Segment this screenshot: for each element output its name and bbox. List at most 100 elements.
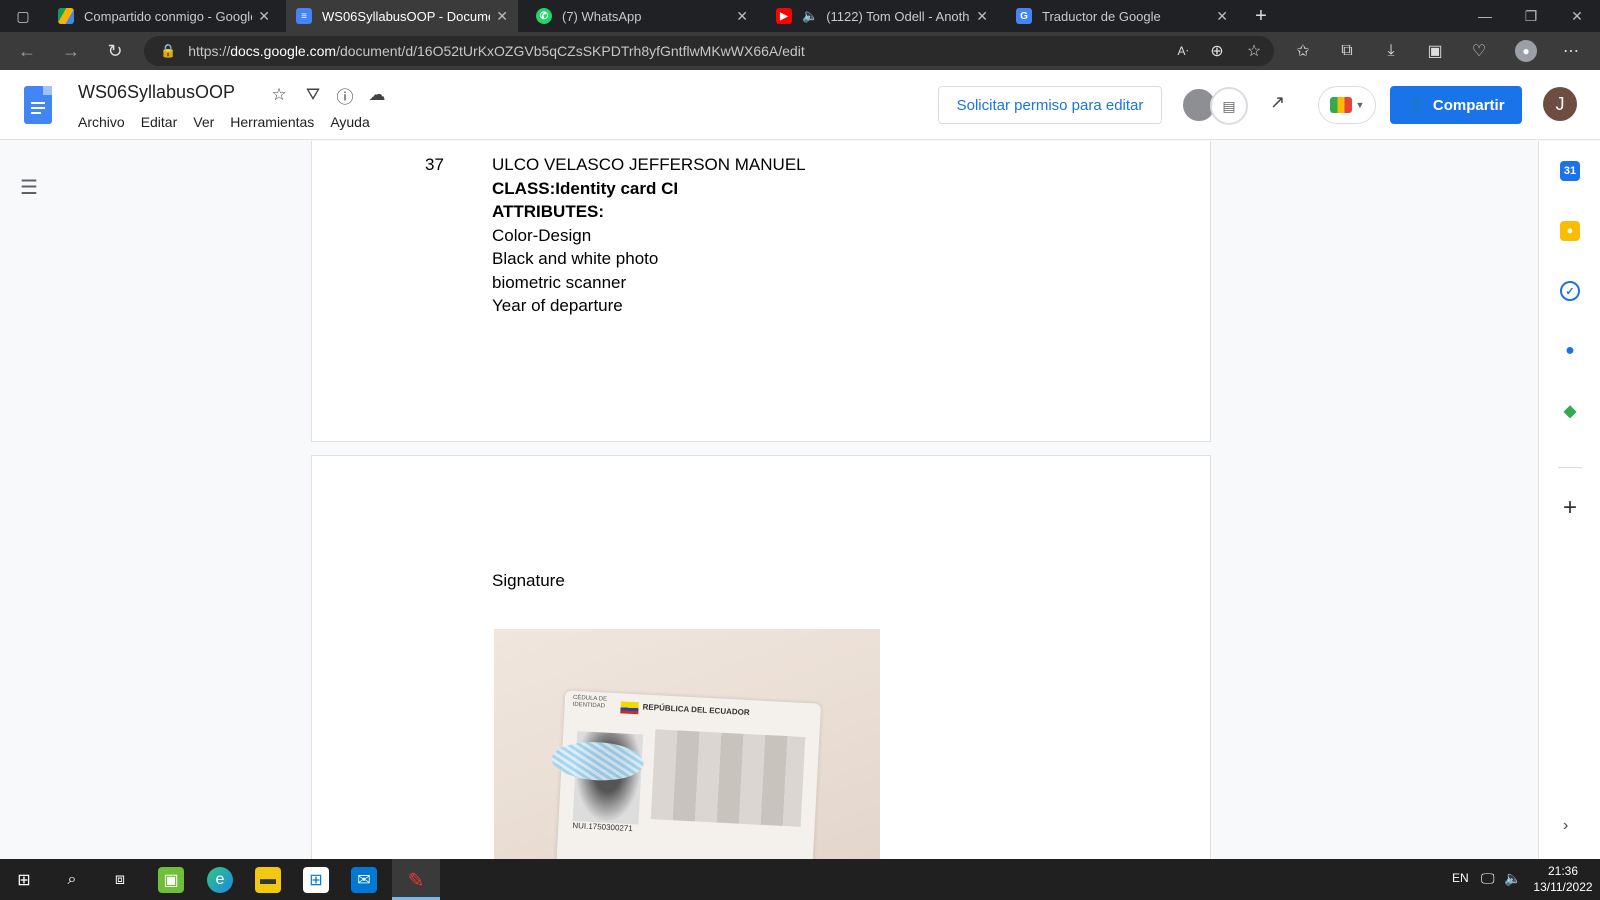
document-body: ULCO VELASCO JEFFERSON MANUEL CLASS:Iden…: [492, 153, 806, 318]
tab-whatsapp[interactable]: ✆ (7) WhatsApp ✕: [526, 0, 758, 32]
close-window-icon[interactable]: ✕: [1554, 0, 1600, 32]
edge-icon[interactable]: e: [207, 867, 233, 893]
info-icon[interactable]: ⓘ: [334, 84, 356, 107]
forward-icon[interactable]: →: [58, 38, 84, 64]
class-line: CLASS:Identity card CI: [492, 178, 679, 198]
speaker-icon[interactable]: 🔈: [802, 8, 818, 24]
address-bar-row: ← → ↻ 🔒 https://docs.google.com/document…: [0, 32, 1600, 70]
request-edit-access-button[interactable]: Solicitar permiso para editar: [938, 86, 1162, 124]
person-icon: 👤: [1407, 96, 1425, 113]
youtube-icon: ▶: [776, 8, 792, 24]
ecuador-flag-icon: [620, 701, 639, 715]
close-tab-icon[interactable]: ✕: [496, 8, 508, 25]
calendar-icon[interactable]: 31: [1560, 161, 1580, 181]
url-input[interactable]: 🔒 https://docs.google.com/document/d/16O…: [144, 36, 1274, 66]
chevron-right-icon[interactable]: ›: [1563, 817, 1568, 835]
tab-google-translate[interactable]: G Traductor de Google ✕: [1006, 0, 1238, 32]
store-icon[interactable]: ⊞: [303, 867, 329, 893]
restore-icon[interactable]: ❐: [1508, 0, 1554, 32]
document-page[interactable]: Signature CÉDULA DE IDENTIDAD REPÚBLICA …: [311, 455, 1211, 859]
id-card-photo[interactable]: CÉDULA DE IDENTIDAD REPÚBLICA DEL ECUADO…: [494, 629, 880, 859]
docs-logo-icon[interactable]: [24, 86, 52, 124]
tab-youtube[interactable]: ▶ 🔈 (1122) Tom Odell - Another ✕: [766, 0, 998, 32]
profile-icon[interactable]: ●: [1515, 40, 1537, 62]
app-tool-icon[interactable]: ✎: [403, 867, 429, 893]
url-domain: docs.google.com: [230, 43, 337, 59]
star-icon[interactable]: ☆: [268, 84, 290, 106]
keep-icon[interactable]: ●: [1560, 221, 1580, 241]
close-tab-icon[interactable]: ✕: [1216, 8, 1228, 25]
close-tab-icon[interactable]: ✕: [976, 8, 988, 25]
signature-label: Signature: [492, 571, 565, 590]
show-chat-icon[interactable]: ▤: [1210, 87, 1248, 125]
url-prefix: https://: [188, 43, 231, 59]
new-tab-icon[interactable]: +: [1248, 3, 1274, 29]
read-aloud-icon[interactable]: Aᐧ: [1172, 40, 1194, 62]
file-explorer-icon[interactable]: ▬: [255, 867, 281, 893]
close-tab-icon[interactable]: ✕: [258, 8, 270, 25]
add-addon-icon[interactable]: +: [1559, 496, 1581, 520]
reload-icon[interactable]: ↻: [102, 38, 128, 64]
attribute-item: Year of departure: [492, 296, 623, 315]
minimize-icon[interactable]: —: [1462, 0, 1508, 32]
activity-dashboard-icon[interactable]: ↗: [1270, 92, 1298, 116]
downloads-icon[interactable]: ⤓: [1380, 40, 1402, 62]
row-number: 37: [425, 155, 444, 174]
menu-herramientas[interactable]: Herramientas: [230, 114, 314, 130]
windows-taskbar: ⊞ ⌕ ⧈ ▣ e ▬ ⊞ ✉ ✎ EN 🖵 🔈 21:36 13/11/202…: [0, 859, 1600, 900]
contacts-icon[interactable]: ●: [1560, 341, 1580, 361]
maps-icon[interactable]: ◆: [1560, 401, 1580, 421]
docs-header: WS06SyllabusOOP ☆ ⛛ ⓘ ☁ Archivo Editar V…: [0, 70, 1600, 140]
search-icon[interactable]: ⌕: [59, 867, 85, 893]
menu-editar[interactable]: Editar: [141, 114, 178, 130]
clock-date: 13/11/2022: [1533, 880, 1593, 894]
more-menu-icon[interactable]: ⋯: [1560, 40, 1582, 62]
task-view-icon[interactable]: ⧈: [107, 867, 133, 893]
tasks-icon[interactable]: ✓: [1560, 281, 1580, 301]
tab-title: Compartido conmigo - Google D: [84, 8, 253, 24]
android-app-icon[interactable]: ▣: [158, 867, 184, 893]
cloud-status-icon[interactable]: ☁: [366, 84, 388, 106]
meet-camera-icon: [1329, 97, 1352, 113]
document-page[interactable]: 37 ULCO VELASCO JEFFERSON MANUEL CLASS:I…: [311, 141, 1211, 442]
document-title[interactable]: WS06SyllabusOOP: [78, 82, 235, 103]
tab-google-docs[interactable]: ≡ WS06SyllabusOOP - Documento ✕: [286, 0, 518, 32]
chevron-down-icon: ▼: [1355, 100, 1365, 110]
pixelated-redaction: [650, 729, 806, 827]
student-name: ULCO VELASCO JEFFERSON MANUEL: [492, 155, 806, 174]
document-canvas[interactable]: ☰ 37 ULCO VELASCO JEFFERSON MANUEL CLASS…: [0, 141, 1538, 859]
share-button[interactable]: 👤 Compartir: [1390, 86, 1522, 124]
collections-icon[interactable]: ⧉: [1336, 40, 1358, 62]
menu-archivo[interactable]: Archivo: [78, 114, 125, 130]
id-doc-type: CÉDULA DE IDENTIDAD: [572, 694, 608, 710]
network-icon[interactable]: 🖵: [1481, 870, 1495, 887]
user-avatar[interactable]: J: [1543, 87, 1577, 121]
close-tab-icon[interactable]: ✕: [736, 8, 748, 25]
move-to-drive-icon[interactable]: ⛛: [302, 84, 324, 106]
document-outline-icon[interactable]: ☰: [20, 175, 42, 199]
clock[interactable]: 21:36 13/11/2022: [1528, 863, 1598, 895]
back-icon[interactable]: ←: [14, 38, 40, 64]
screenshot-icon[interactable]: ▣: [1424, 40, 1446, 62]
windows-start-icon[interactable]: ⊞: [11, 867, 37, 893]
side-panel: 31 ● ✓ ● ◆ + ›: [1538, 141, 1600, 859]
whatsapp-icon: ✆: [536, 8, 552, 24]
attribute-item: biometric scanner: [492, 272, 627, 292]
input-language[interactable]: EN: [1452, 871, 1469, 885]
tab-google-drive[interactable]: Compartido conmigo - Google D ✕: [48, 0, 280, 32]
browser-essentials-icon[interactable]: ♡: [1468, 40, 1490, 62]
meet-button[interactable]: ▼: [1318, 86, 1376, 124]
add-favorite-icon[interactable]: ☆: [1243, 40, 1265, 62]
menu-ver[interactable]: Ver: [193, 114, 214, 130]
browser-tab-strip: ▢ Compartido conmigo - Google D ✕ ≡ WS06…: [0, 0, 1600, 32]
tab-title: (1122) Tom Odell - Another: [826, 8, 971, 24]
favorites-icon[interactable]: ✩: [1292, 40, 1314, 62]
mail-icon[interactable]: ✉: [351, 867, 377, 893]
tab-actions-icon[interactable]: ▢: [10, 3, 36, 29]
zoom-icon[interactable]: ⊕: [1206, 40, 1228, 62]
lock-icon[interactable]: 🔒: [160, 43, 176, 59]
clock-time: 21:36: [1547, 864, 1579, 878]
menu-ayuda[interactable]: Ayuda: [330, 114, 369, 130]
volume-icon[interactable]: 🔈: [1504, 870, 1521, 887]
tab-title: Traductor de Google: [1042, 8, 1161, 24]
